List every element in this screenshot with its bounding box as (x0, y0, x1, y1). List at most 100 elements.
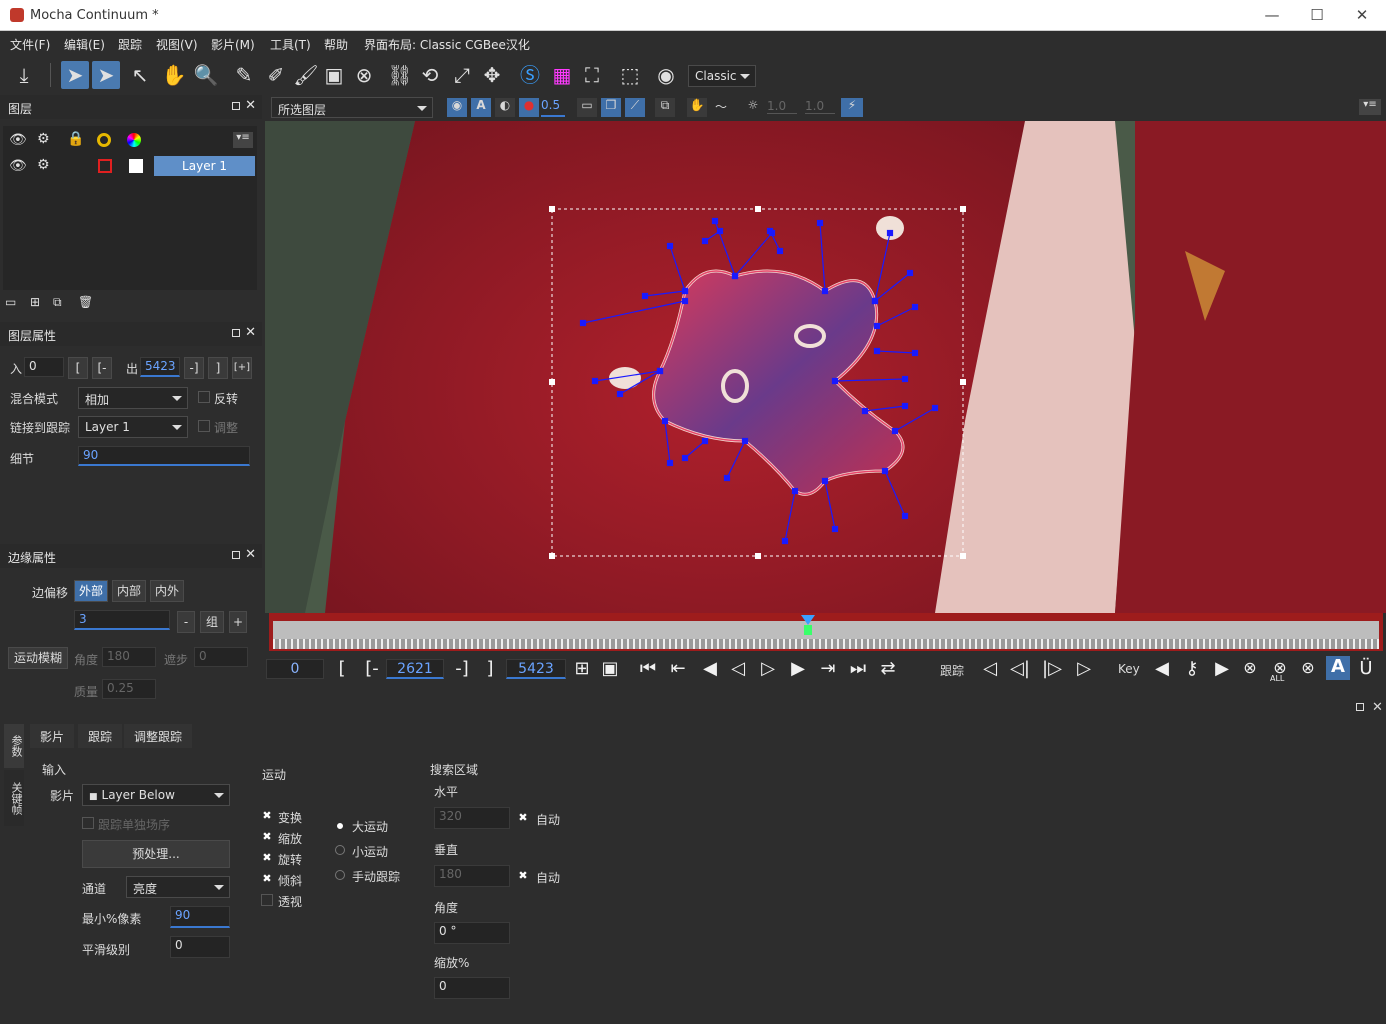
detail-slider-field[interactable]: 90 (78, 446, 250, 466)
color-picker-icon[interactable] (127, 133, 141, 147)
track-individual-fields-checkbox[interactable] (82, 817, 94, 829)
range-icon[interactable]: ⊞ (570, 658, 594, 679)
scale-tool-icon[interactable]: ⤢ (448, 61, 476, 89)
close-panel-icon[interactable]: ✕ (245, 547, 256, 562)
edge-group-button[interactable]: 组 (200, 611, 224, 633)
in-field[interactable]: 0 (24, 357, 64, 377)
fit-range-icon[interactable]: ▣ (598, 658, 622, 679)
tab-clip[interactable]: 影片 (30, 724, 75, 748)
pin-icon[interactable] (232, 551, 240, 559)
translate-checkbox[interactable]: ✖ (261, 810, 273, 822)
edge-inner-button[interactable]: 内部 (112, 580, 146, 602)
horizontal-auto-checkbox[interactable]: ✖ (517, 812, 529, 824)
edge-plus-button[interactable]: + (229, 611, 247, 633)
track-forward-frame-icon[interactable]: |▷ (1040, 658, 1064, 679)
layer-gear-icon[interactable]: ⚙ (37, 157, 50, 173)
go-out-point-button[interactable]: -] (450, 658, 474, 679)
add-point-tool-icon[interactable]: ↖ (126, 61, 154, 89)
select-b-tool-icon[interactable]: ➤ (92, 61, 120, 89)
loop-icon[interactable]: ⇄ (876, 658, 900, 679)
grid-icon[interactable]: ▦ (548, 61, 576, 89)
edge-inout-button[interactable]: 内外 (150, 580, 184, 602)
set-in-button[interactable]: [ (68, 357, 88, 379)
eye-icon[interactable]: 👁 (9, 132, 27, 148)
zoom-tool-icon[interactable]: 🔍 (192, 61, 220, 89)
out-field[interactable]: 5423 (140, 357, 180, 377)
go-in-button[interactable]: [- (92, 357, 112, 379)
layer-eye-icon[interactable]: 👁 (9, 158, 27, 174)
clip-viewer[interactable] (265, 121, 1386, 613)
viewer-canvas[interactable] (265, 121, 1386, 613)
pin-icon[interactable] (232, 102, 240, 110)
keyframes-side-tab[interactable]: 关键帧 (4, 770, 24, 826)
xspline-pen-icon[interactable]: ✎ (230, 61, 258, 89)
brush-icon[interactable]: 🖌 (292, 61, 320, 89)
edge-outer-button[interactable]: 外部 (74, 580, 108, 602)
next-key-icon[interactable]: ⇥ (816, 658, 840, 679)
move-tool-icon[interactable]: ✥ (478, 61, 506, 89)
prev-keyframe-icon[interactable]: ◀ (1150, 658, 1174, 679)
timeline-bar[interactable] (269, 613, 1383, 651)
min-pixels-field[interactable]: 90 (170, 906, 230, 928)
set-out-point-button[interactable]: ] (478, 658, 502, 679)
stack-icon[interactable]: ❐ (601, 98, 621, 117)
new-layer-icon[interactable]: ⊞ (30, 295, 40, 309)
opacity-field[interactable]: 0.5 (541, 98, 565, 117)
minimize-button[interactable]: — (1252, 4, 1292, 26)
tab-track[interactable]: 跟踪 (78, 724, 123, 748)
layer-1-row[interactable]: Layer 1 (154, 156, 255, 176)
step-back-icon[interactable]: ◁ (726, 658, 750, 679)
invert-checkbox[interactable] (198, 391, 210, 403)
menu-track[interactable]: 跟踪 (118, 36, 142, 53)
blur-quality-field[interactable]: 0.25 (102, 679, 156, 699)
menu-view[interactable]: 视图(V) (156, 36, 198, 53)
bezier-pen-icon[interactable]: ✐ (262, 61, 290, 89)
layer-display-dropdown[interactable]: 所选图层 (271, 97, 433, 118)
frame-icon[interactable]: ⬚ (616, 61, 644, 89)
expand-button[interactable]: [+] (232, 357, 252, 379)
rgb-channels-icon[interactable]: ◉ (447, 98, 467, 117)
track-forwards-icon[interactable]: ▷ (1072, 658, 1096, 679)
menu-layout[interactable]: 界面布局: Classic CGBee汉化 (364, 36, 530, 53)
track-back-frame-icon[interactable]: ◁| (1008, 658, 1032, 679)
gain-field[interactable]: 1.0 (767, 99, 797, 114)
rotate-tool-icon[interactable]: ⟲ (416, 61, 444, 89)
hand-tool-icon[interactable]: ✋ (160, 61, 188, 89)
small-motion-radio[interactable] (335, 845, 345, 855)
save-icon[interactable]: ⤓ (10, 61, 38, 89)
layers-menu-icon[interactable]: ▾≡ (233, 132, 253, 148)
snapshot-icon[interactable]: ⧉ (655, 98, 675, 117)
track-backwards-icon[interactable]: ◁ (978, 658, 1002, 679)
search-zoom-field[interactable]: 0 (434, 977, 510, 999)
maximize-button[interactable]: ☐ (1297, 4, 1337, 26)
alpha-icon[interactable]: A (471, 98, 491, 117)
edge-offset-field[interactable]: 3 (74, 610, 170, 630)
close-panel-icon[interactable]: ✕ (245, 325, 256, 340)
link-track-dropdown[interactable]: Layer 1 (78, 416, 188, 438)
autokey-icon[interactable]: A (1326, 656, 1350, 680)
close-panel-icon[interactable]: ✕ (245, 98, 256, 113)
adjust-checkbox[interactable] (198, 420, 210, 432)
vertical-auto-checkbox[interactable]: ✖ (517, 870, 529, 882)
params-side-tab[interactable]: 参数 (4, 724, 24, 768)
perspective-checkbox[interactable] (261, 894, 273, 906)
overlay-icon[interactable]: ◐ (495, 98, 515, 117)
spline-view-icon[interactable]: ⟋ (625, 98, 645, 117)
shear-checkbox[interactable]: ✖ (261, 873, 273, 885)
out-point-field[interactable]: 5423 (506, 659, 566, 679)
blur-phase-field[interactable]: 0 (194, 647, 248, 667)
add-key-icon[interactable]: ⚷ (1180, 658, 1204, 679)
set-in-point-button[interactable]: [ (330, 658, 354, 679)
step-forward-icon[interactable]: ▷ (756, 658, 780, 679)
delete-layer-icon[interactable]: 🗑 (78, 295, 93, 309)
rect-tool-icon[interactable]: ▣ (320, 61, 348, 89)
next-keyframe-icon[interactable]: ▶ (1210, 658, 1234, 679)
layer-color-swatch[interactable] (129, 159, 143, 173)
pin-icon[interactable] (232, 329, 240, 337)
vertical-field[interactable]: 180 (434, 865, 510, 887)
render-icon[interactable]: ◉ (652, 61, 680, 89)
link-icon[interactable]: ⛓ (386, 61, 414, 89)
layer-matte-color-icon[interactable] (98, 159, 112, 173)
rotate-checkbox[interactable]: ✖ (261, 852, 273, 864)
scale-checkbox[interactable]: ✖ (261, 831, 273, 843)
